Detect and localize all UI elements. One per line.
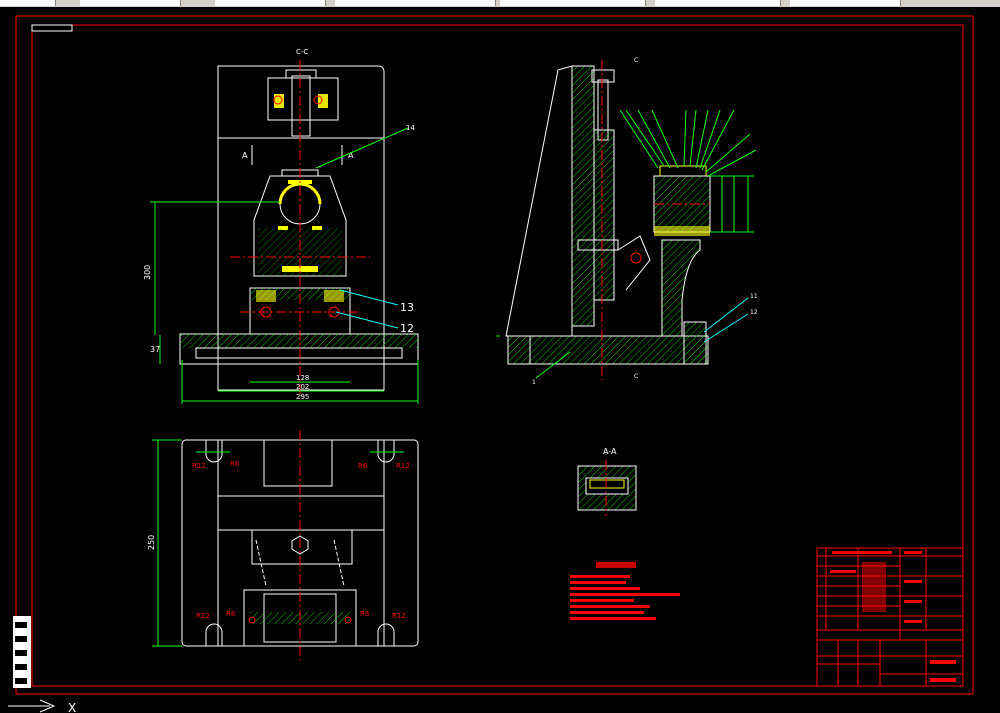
dim-295: 295 [296, 393, 309, 401]
toolbar-field-1[interactable] [0, 0, 56, 6]
label-cc: C-C [296, 48, 308, 56]
dim-r12-tr: R12 [396, 462, 410, 470]
dim-202: 202 [296, 383, 309, 391]
dim-r12-br: R12 [392, 612, 406, 620]
toolbar-field-6[interactable] [655, 0, 781, 6]
section-aa-view: A-A [577, 447, 637, 516]
axis-x-label: X [68, 701, 76, 713]
label-a-left: A [242, 151, 248, 160]
dim-r12-tl: R12 [192, 462, 206, 470]
dim-250: 250 [147, 535, 156, 550]
side-view: C C 1 11 12 [496, 57, 758, 386]
balloon-1: 1 [532, 379, 536, 386]
inner-border [31, 24, 964, 687]
toolbar-field-2[interactable] [80, 0, 181, 6]
dim-r6-bl: R6 [226, 610, 236, 618]
ucs-axis-icon: X [8, 699, 76, 713]
label-c-bottom: C [634, 373, 638, 380]
balloon-12-right: 12 [750, 309, 758, 316]
technical-requirements [570, 562, 680, 620]
toolbar-field-3[interactable] [215, 0, 326, 6]
label-aa: A-A [603, 447, 617, 456]
dim-37: 37 [150, 345, 160, 354]
balloon-14: 14 [406, 124, 415, 132]
title-block [816, 547, 964, 687]
dim-128: 128 [296, 374, 309, 382]
dim-r6-tr: R6 [358, 462, 368, 470]
dim-r6-tl: R6 [230, 460, 240, 468]
dim-r12-bl: R12 [196, 612, 210, 620]
balloon-13: 13 [400, 301, 414, 314]
balloon-11: 11 [750, 293, 758, 300]
dim-300: 300 [143, 265, 152, 280]
toolbar-field-4[interactable] [335, 0, 496, 6]
balloon-12: 12 [400, 322, 414, 335]
front-view: C-C A A 300 37 128 202 295 14 13 12 [143, 48, 419, 404]
cad-toolbar [0, 0, 1000, 7]
toolbar-field-7[interactable] [790, 0, 901, 6]
toolbar-field-5[interactable] [500, 0, 646, 6]
label-c-top: C [634, 57, 638, 64]
drawing-canvas[interactable]: C-C A A 300 37 128 202 295 14 13 12 C C … [0, 7, 1000, 713]
corner-box [31, 24, 73, 32]
dim-r6-br: R6 [360, 610, 370, 618]
top-view: R12 R6 R6 R12 R12 R6 R6 R12 250 [147, 430, 419, 660]
layer-legend[interactable] [13, 616, 31, 688]
